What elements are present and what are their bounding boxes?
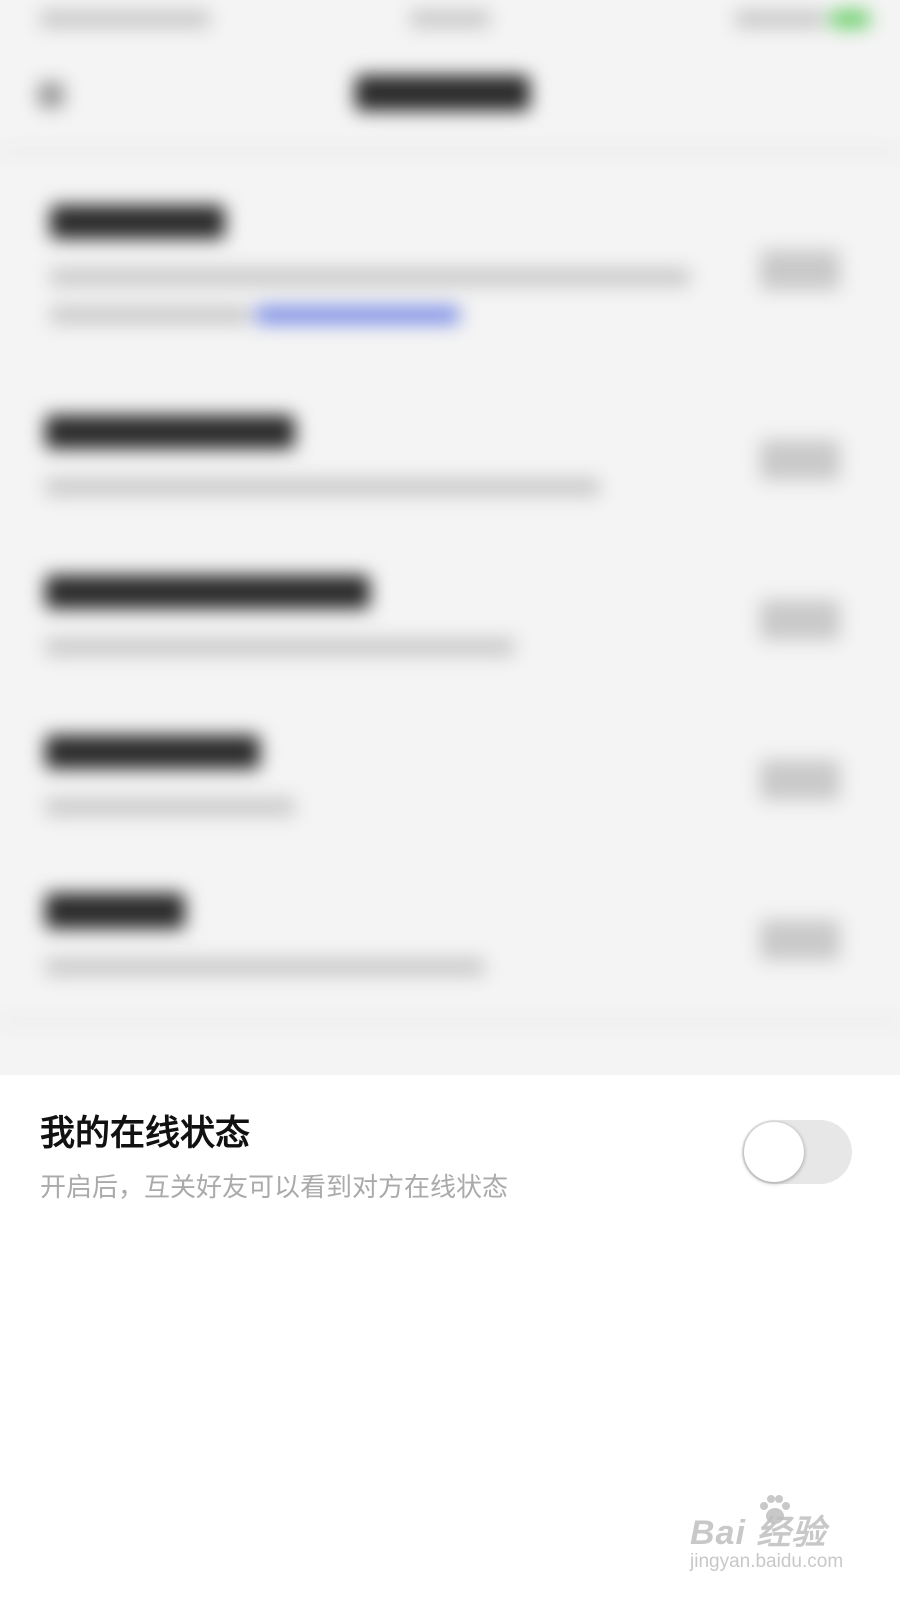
blurred-status-right — [735, 10, 825, 28]
baidu-jingyan-watermark: Bai 经验 jingyan.baidu.com — [690, 1495, 870, 1585]
blurred-nav-divider — [0, 150, 900, 153]
online-status-toggle[interactable] — [742, 1120, 852, 1184]
blurred-row-toggle — [760, 600, 840, 640]
blurred-row-desc — [45, 478, 600, 496]
watermark-url: jingyan.baidu.com — [690, 1551, 844, 1572]
blurred-row-desc — [45, 798, 295, 816]
blurred-row-toggle — [760, 250, 840, 290]
blurred-row-desc — [50, 306, 250, 324]
online-status-title: 我的在线状态 — [40, 1114, 251, 1154]
blurred-status-center — [410, 10, 490, 28]
blurred-row-title — [50, 205, 225, 239]
blurred-row-title — [45, 735, 260, 769]
blurred-row-toggle — [760, 440, 840, 480]
blurred-row-link — [255, 306, 460, 324]
blurred-row-desc — [45, 958, 485, 976]
blurred-battery — [830, 10, 870, 28]
blur-layer — [0, 0, 900, 1075]
online-status-row: 我的在线状态 开启后，互关好友可以看到对方在线状态 — [0, 1075, 900, 1225]
blurred-row-title — [45, 415, 295, 449]
blurred-row-title — [45, 575, 370, 609]
blurred-row-toggle — [760, 760, 840, 800]
toggle-knob[interactable] — [744, 1122, 804, 1182]
blurred-nav-title — [355, 75, 530, 111]
blurred-section-divider — [0, 1020, 900, 1023]
blurred-row-title — [45, 893, 185, 929]
blurred-row-desc — [50, 268, 690, 286]
blurred-row-toggle — [760, 920, 840, 960]
blurred-status-left — [40, 10, 210, 28]
blurred-background — [0, 0, 900, 1075]
blurred-row-desc — [45, 638, 515, 656]
blurred-back-button — [38, 82, 64, 108]
paw-icon — [760, 1495, 790, 1524]
online-status-description: 开启后，互关好友可以看到对方在线状态 — [40, 1173, 509, 1203]
